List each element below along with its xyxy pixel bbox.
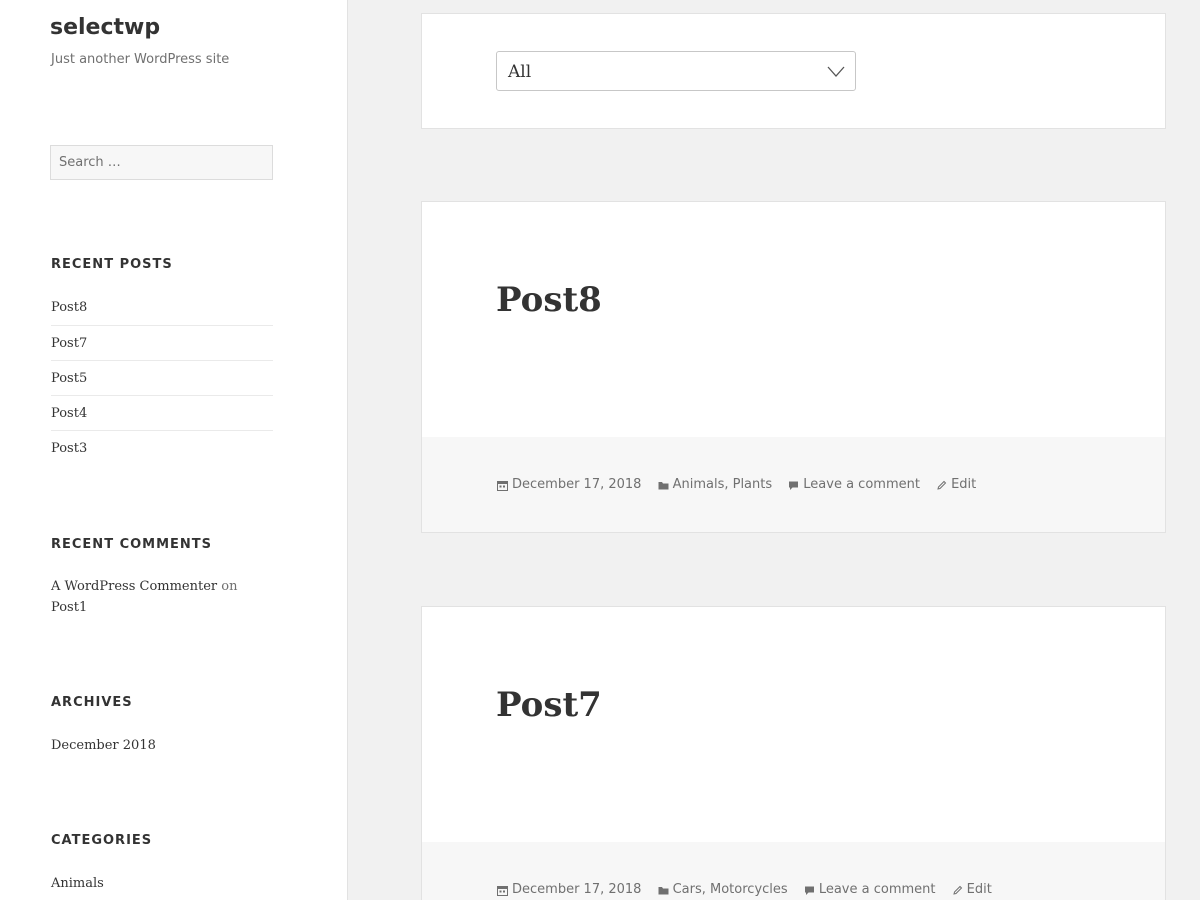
post-title: Post7 (496, 681, 602, 729)
archives-title: ARCHIVES (51, 695, 133, 710)
comment-post-link[interactable]: Post1 (51, 600, 87, 615)
recent-post-link[interactable]: Post3 (51, 441, 87, 456)
recent-post-link[interactable]: Post8 (51, 300, 87, 315)
recent-comments-title: RECENT COMMENTS (51, 537, 213, 552)
folder-icon (658, 886, 669, 894)
leave-comment-link[interactable]: Leave a comment (803, 475, 920, 495)
categories-title: CATEGORIES (51, 833, 153, 848)
post-title: Post8 (496, 276, 602, 324)
post-edit: Edit (952, 880, 992, 900)
folder-icon (658, 481, 669, 489)
post-footer: December 17, 2018 Animals, Plants Leave … (422, 437, 1165, 532)
list-item: Post8 (51, 290, 273, 325)
recent-post-link[interactable]: Post7 (51, 336, 87, 351)
list-item: Post3 (51, 430, 273, 465)
post-categories: Cars, Motorcycles (658, 880, 788, 900)
post-date: December 17, 2018 (497, 880, 641, 900)
category-filter-select[interactable]: All (496, 51, 856, 91)
edit-link[interactable]: Edit (951, 475, 976, 495)
comment-on-text: on (221, 579, 238, 594)
category-link[interactable]: Animals (673, 475, 725, 495)
site-title[interactable]: selectwp (50, 13, 160, 43)
filter-card: All (421, 13, 1166, 129)
post-comments: Leave a comment (788, 475, 920, 495)
post-card: Post8 December 17, 2018 Animals , Plants… (421, 201, 1166, 533)
comment-icon (789, 481, 799, 490)
category-link[interactable]: Motorcycles (710, 880, 788, 900)
post-card: Post7 December 17, 2018 Cars , Motorcycl… (421, 606, 1166, 900)
list-item: Post4 (51, 395, 273, 430)
pencil-icon (937, 480, 947, 490)
post-title-link[interactable]: Post8 (496, 280, 602, 320)
post-meta: December 17, 2018 Animals, Plants Leave … (497, 475, 988, 498)
list-item: Post5 (51, 360, 273, 395)
archive-link[interactable]: December 2018 (51, 736, 156, 756)
post-date: December 17, 2018 (497, 475, 641, 495)
sidebar: selectwp Just another WordPress site REC… (0, 0, 348, 900)
list-item: Post7 (51, 325, 273, 360)
comment-icon (804, 886, 814, 895)
post-categories: Animals, Plants (658, 475, 773, 495)
comment-author-link[interactable]: A WordPress Commenter (51, 579, 217, 594)
site-description: Just another WordPress site (51, 52, 230, 67)
recent-posts-title: RECENT POSTS (51, 257, 173, 272)
recent-post-link[interactable]: Post5 (51, 371, 87, 386)
search-input[interactable] (50, 145, 273, 180)
category-link[interactable]: Plants (733, 475, 773, 495)
recent-comment-item: A WordPress Commenter on Post1 (51, 576, 273, 618)
post-comments: Leave a comment (804, 880, 936, 900)
calendar-icon (497, 885, 508, 896)
pencil-icon (952, 885, 962, 895)
select-value: All (508, 62, 532, 82)
post-edit: Edit (936, 475, 976, 495)
post-date-link[interactable]: December 17, 2018 (512, 880, 641, 900)
edit-link[interactable]: Edit (967, 880, 992, 900)
leave-comment-link[interactable]: Leave a comment (819, 880, 936, 900)
category-link[interactable]: Cars (673, 880, 702, 900)
chevron-down-icon (827, 66, 845, 77)
post-meta: December 17, 2018 Cars, Motorcycles Leav… (497, 880, 1004, 900)
recent-post-link[interactable]: Post4 (51, 406, 87, 421)
calendar-icon (497, 480, 508, 491)
recent-posts-list: Post8 Post7 Post5 Post4 Post3 (51, 290, 273, 465)
post-date-link[interactable]: December 17, 2018 (512, 475, 641, 495)
category-link[interactable]: Animals (51, 874, 104, 894)
post-title-link[interactable]: Post7 (496, 685, 602, 725)
post-footer: December 17, 2018 Cars, Motorcycles Leav… (422, 842, 1165, 900)
